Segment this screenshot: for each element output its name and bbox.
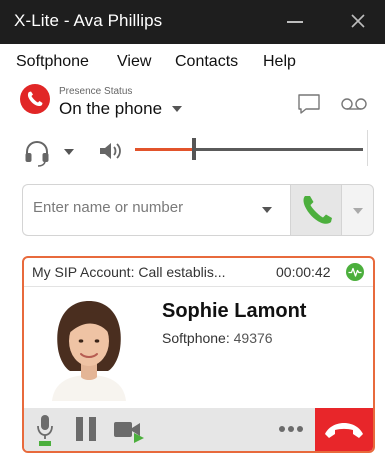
close-icon[interactable] <box>347 10 369 32</box>
contact-detail: Softphone: 49376 <box>162 330 273 346</box>
phone-icon <box>303 196 332 224</box>
volume-fill <box>135 148 194 151</box>
video-icon[interactable] <box>113 417 145 443</box>
window-title: X-Lite - Ava Phillips <box>14 11 163 30</box>
dial-input[interactable]: Enter name or number <box>33 199 183 216</box>
contact-name: Sophie Lamont <box>162 300 307 322</box>
minimize-icon[interactable] <box>287 21 303 23</box>
volume-slider[interactable] <box>135 138 363 160</box>
headset-icon[interactable] <box>22 138 52 168</box>
pause-icon[interactable] <box>73 416 99 442</box>
call-button[interactable] <box>290 184 342 236</box>
menu-view[interactable]: View <box>117 53 151 71</box>
active-call-card: My SIP Account: Call establis... 00:00:4… <box>22 256 375 453</box>
chat-icon[interactable] <box>296 92 322 116</box>
title-bar: X-Lite - Ava Phillips <box>0 0 385 44</box>
voicemail-icon[interactable] <box>340 96 368 112</box>
call-timer: 00:00:42 <box>276 264 331 280</box>
chevron-down-icon[interactable] <box>172 106 182 112</box>
signal-quality-icon <box>346 263 364 281</box>
presence-label: Presence Status <box>59 86 133 97</box>
avatar <box>44 291 134 401</box>
presence-icon[interactable] <box>20 84 50 114</box>
menu-softphone[interactable]: Softphone <box>16 53 89 71</box>
hangup-icon <box>325 423 363 438</box>
call-options-button[interactable] <box>342 184 374 236</box>
volume-thumb[interactable] <box>192 138 196 160</box>
menu-bar: Softphone View Contacts Help <box>0 44 385 80</box>
call-header: My SIP Account: Call establis... 00:00:4… <box>24 258 373 287</box>
microphone-icon[interactable] <box>36 414 54 446</box>
chevron-down-icon <box>353 208 363 214</box>
menu-help[interactable]: Help <box>263 53 296 71</box>
chevron-down-icon[interactable] <box>262 207 272 213</box>
speaker-icon[interactable] <box>97 139 125 163</box>
phone-icon <box>27 91 43 107</box>
more-icon[interactable] <box>278 422 304 436</box>
presence-status-dropdown[interactable]: On the phone <box>59 99 162 119</box>
contact-number: 49376 <box>233 330 273 346</box>
call-account-status: My SIP Account: Call establis... <box>32 264 226 280</box>
hangup-button[interactable] <box>315 408 373 451</box>
contact-type: Softphone: <box>162 330 230 346</box>
chevron-down-icon[interactable] <box>64 149 74 155</box>
dial-box: Enter name or number <box>22 184 290 236</box>
menu-contacts[interactable]: Contacts <box>175 53 238 71</box>
call-controls <box>24 408 373 451</box>
divider <box>367 130 368 166</box>
